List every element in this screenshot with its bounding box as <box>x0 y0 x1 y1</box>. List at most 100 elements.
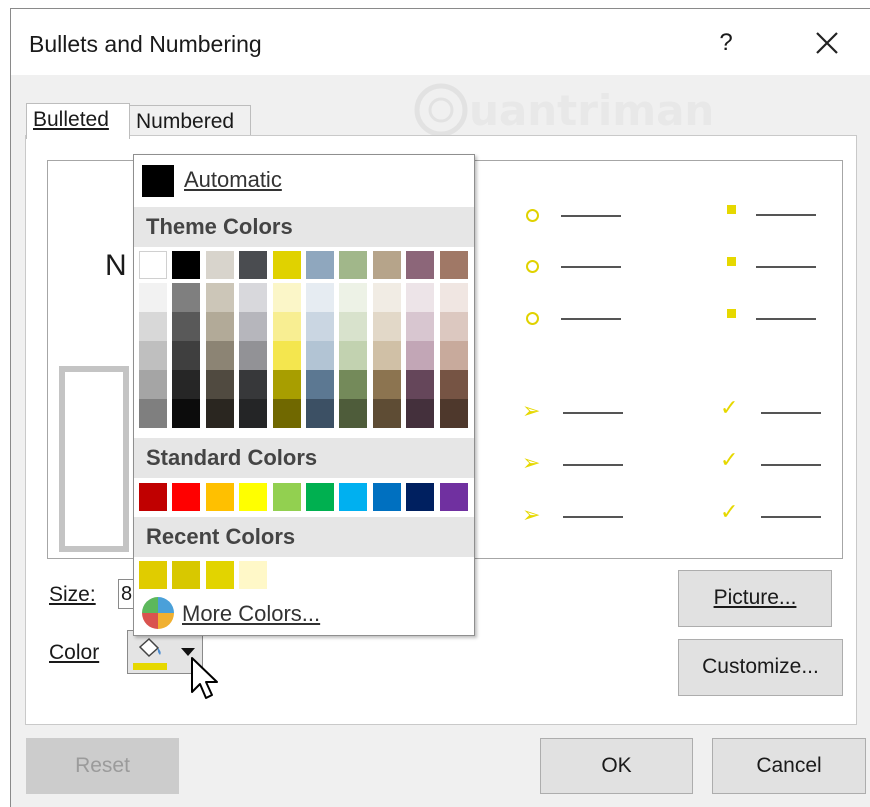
theme-color-swatch[interactable] <box>339 251 368 279</box>
close-icon <box>816 32 838 54</box>
theme-color-swatch[interactable] <box>406 399 435 428</box>
cancel-button[interactable]: Cancel <box>712 738 866 794</box>
theme-color-swatch[interactable] <box>372 312 401 341</box>
theme-color-swatch[interactable] <box>372 283 401 312</box>
recent-color-swatch[interactable] <box>172 561 201 589</box>
theme-color-swatch[interactable] <box>406 251 435 279</box>
theme-color-swatch[interactable] <box>339 399 368 428</box>
theme-color-swatch[interactable] <box>272 312 301 341</box>
standard-color-swatch[interactable] <box>139 483 167 511</box>
theme-color-swatch[interactable] <box>306 283 334 312</box>
theme-color-swatch[interactable] <box>172 370 201 399</box>
theme-color-swatch[interactable] <box>239 399 268 428</box>
theme-color-swatch[interactable] <box>139 312 167 341</box>
theme-color-swatch[interactable] <box>172 251 201 279</box>
theme-color-swatch[interactable] <box>439 312 468 341</box>
theme-color-swatch[interactable] <box>439 341 468 370</box>
theme-color-swatch[interactable] <box>306 312 334 341</box>
recent-color-swatch[interactable] <box>139 561 167 589</box>
standard-color-swatch[interactable] <box>339 483 368 511</box>
theme-color-swatch[interactable] <box>406 283 435 312</box>
standard-color-swatch[interactable] <box>372 483 401 511</box>
paint-bucket-icon <box>138 637 161 658</box>
cancel-button-label: Cancel <box>756 754 822 777</box>
standard-color-swatch[interactable] <box>439 483 468 511</box>
theme-color-swatch[interactable] <box>205 283 234 312</box>
bullet-line <box>756 266 816 268</box>
theme-color-swatch[interactable] <box>406 341 435 370</box>
theme-color-swatch[interactable] <box>205 341 234 370</box>
theme-color-swatch[interactable] <box>306 370 334 399</box>
reset-button[interactable]: Reset <box>26 738 179 794</box>
theme-color-swatch[interactable] <box>406 370 435 399</box>
bullet-line <box>761 412 821 414</box>
standard-color-swatch[interactable] <box>272 483 301 511</box>
customize-button[interactable]: Customize... <box>678 639 843 696</box>
theme-color-swatch[interactable] <box>439 370 468 399</box>
theme-color-swatch[interactable] <box>172 341 201 370</box>
theme-color-swatch[interactable] <box>272 370 301 399</box>
standard-color-swatch[interactable] <box>306 483 334 511</box>
theme-color-swatch[interactable] <box>172 283 201 312</box>
theme-color-swatch[interactable] <box>372 251 401 279</box>
standard-color-swatch[interactable] <box>172 483 201 511</box>
theme-color-swatch[interactable] <box>306 341 334 370</box>
theme-color-swatch[interactable] <box>239 312 268 341</box>
theme-color-swatch[interactable] <box>439 399 468 428</box>
tab-numbered[interactable]: Numbered <box>129 105 251 137</box>
theme-color-swatch[interactable] <box>205 251 234 279</box>
theme-color-swatch[interactable] <box>239 251 268 279</box>
theme-color-swatch[interactable] <box>172 399 201 428</box>
theme-color-swatch[interactable] <box>306 251 334 279</box>
theme-color-swatch[interactable] <box>339 312 368 341</box>
theme-color-swatch[interactable] <box>372 399 401 428</box>
theme-color-swatch[interactable] <box>272 251 301 279</box>
automatic-color-label: Automatic <box>184 167 282 192</box>
bullet-line <box>756 214 816 216</box>
picture-button[interactable]: Picture... <box>678 570 832 627</box>
theme-color-swatch[interactable] <box>339 370 368 399</box>
customize-button-label: Customize... <box>702 655 819 678</box>
recent-color-swatch[interactable] <box>239 561 268 589</box>
bullet-line <box>563 412 623 414</box>
theme-color-swatch[interactable] <box>172 312 201 341</box>
standard-color-swatch[interactable] <box>205 483 234 511</box>
ok-button[interactable]: OK <box>540 738 693 794</box>
theme-color-swatch[interactable] <box>406 312 435 341</box>
theme-color-swatch[interactable] <box>239 341 268 370</box>
theme-color-swatch[interactable] <box>139 251 167 279</box>
theme-color-swatch[interactable] <box>139 370 167 399</box>
standard-color-swatch[interactable] <box>239 483 268 511</box>
theme-color-swatch[interactable] <box>339 283 368 312</box>
standard-color-swatch[interactable] <box>406 483 435 511</box>
recent-color-swatch[interactable] <box>205 561 234 589</box>
theme-color-swatch[interactable] <box>239 370 268 399</box>
theme-color-swatch[interactable] <box>439 283 468 312</box>
bullet-line <box>563 464 623 466</box>
theme-color-swatch[interactable] <box>205 370 234 399</box>
theme-color-swatch[interactable] <box>439 251 468 279</box>
tab-bulleted[interactable]: Bulleted <box>26 103 130 139</box>
theme-color-swatch[interactable] <box>205 399 234 428</box>
automatic-color-option[interactable]: Automatic <box>134 155 474 205</box>
theme-color-swatch[interactable] <box>339 341 368 370</box>
theme-color-swatch[interactable] <box>139 283 167 312</box>
theme-color-swatch[interactable] <box>306 399 334 428</box>
theme-color-swatch[interactable] <box>372 341 401 370</box>
bullet-style-selected[interactable] <box>59 366 129 552</box>
current-color-bar <box>133 663 167 670</box>
help-button[interactable]: ? <box>711 29 741 57</box>
theme-color-swatch[interactable] <box>205 312 234 341</box>
theme-color-swatch[interactable] <box>239 283 268 312</box>
tab-numbered-label: Numbered <box>136 110 235 133</box>
close-button[interactable] <box>807 23 847 63</box>
more-colors-option[interactable]: More Colors... <box>134 591 474 635</box>
theme-color-swatch[interactable] <box>272 399 301 428</box>
theme-color-swatch[interactable] <box>272 341 301 370</box>
theme-color-swatch[interactable] <box>372 370 401 399</box>
theme-color-swatch[interactable] <box>139 341 167 370</box>
size-label-text: Size: <box>49 583 96 606</box>
theme-color-swatch[interactable] <box>139 399 167 428</box>
theme-color-swatch[interactable] <box>272 283 301 312</box>
arrow-bullet-icon: ➢ <box>522 450 541 475</box>
